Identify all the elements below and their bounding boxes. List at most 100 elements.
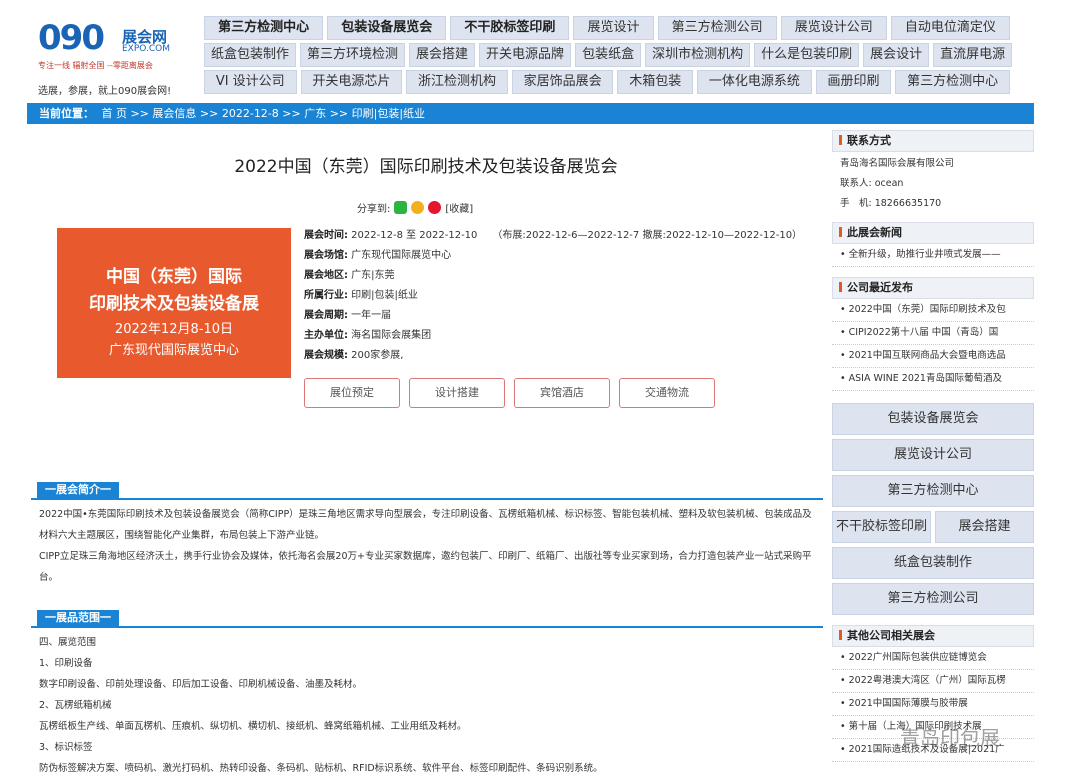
nav-link[interactable]: 开关电源芯片: [300, 70, 403, 94]
banner-date: 2022年12月8-10日: [114, 322, 234, 337]
main-content: 2022中国（东莞）国际印刷技术及包装设备展览会 分享到: [收藏] 中国（东莞…: [27, 130, 825, 780]
scope-line: 3、标识标签: [39, 742, 93, 753]
nav-link[interactable]: 深圳市检测机构: [645, 43, 751, 67]
keyword-link[interactable]: 第三方检测公司: [832, 583, 1034, 615]
nav-link[interactable]: 浙江检测机构: [406, 70, 508, 94]
info-key: 所属行业:: [304, 290, 348, 301]
info-value: 一年一届: [348, 310, 392, 321]
wechat-watermark: 青岛印包展: [900, 726, 1000, 750]
logo-domain: EXPO.COM: [122, 44, 170, 54]
nav-link[interactable]: 纸盒包装制作: [204, 43, 297, 67]
intro-section-title: 一展会简介一: [37, 482, 119, 498]
info-value: 广东|东莞: [348, 270, 395, 281]
nav-row: 第三方检测中心 包装设备展览会 不干胶标签印刷 展览设计 第三方检测公司 展览设计公司 自动…: [204, 16, 1010, 40]
intro-paragraph-2: CIPP立足珠三角海地区经济沃土，携手行业协会及媒体，依托海名会展20万+专业买…: [39, 551, 812, 583]
nav-link[interactable]: 第三方检测中心: [204, 16, 324, 40]
info-row: 展会场馆: 广东现代国际展览中心: [304, 246, 802, 266]
recent-list: • 2022中国（东莞）国际印刷技术及包 • CIPI2022第十八届 中国（青岛…: [832, 299, 1034, 391]
news-item[interactable]: • 全新升级，助推行业井喷式发展——: [832, 244, 1034, 267]
nav-link[interactable]: 什么是包装印刷: [754, 43, 860, 67]
expo-action-button[interactable]: 宾馆酒店: [514, 378, 610, 408]
site-logo[interactable]: 090 展会网 EXPO.COM 专注一线 辐射全国 --零距离展会 选展，参展…: [34, 18, 184, 98]
other-expo-item[interactable]: • 2022粤港澳大湾区（广州）国际瓦楞: [832, 670, 1034, 693]
breadcrumb-path[interactable]: 首 页 >> 展会信息 >> 2022-12-8 >> 广东 >> 印刷|包装|…: [102, 107, 426, 120]
contact-line: 手 机: 18266635170: [840, 198, 942, 209]
nav-link[interactable]: 画册印刷: [815, 70, 892, 94]
sidebar: 联系方式 青岛海名国际会展有限公司 联系人: ocean 手 机: 18266635…: [832, 130, 1034, 762]
nav-link[interactable]: 展会搭建: [409, 43, 476, 67]
info-row: 所属行业: 印刷|包装|纸业: [304, 286, 802, 306]
info-row: 展会规模: 200家参展,: [304, 346, 802, 366]
nav-link[interactable]: 木箱包装: [617, 70, 694, 94]
news-list: • 全新升级，助推行业井喷式发展——: [832, 244, 1034, 267]
scope-section-header: 一展品范围一: [31, 610, 823, 628]
other-heading: 其他公司相关展会: [832, 625, 1034, 647]
contact-line: 青岛海名国际会展有限公司: [840, 158, 955, 169]
banner-venue: 广东现代国际展览中心: [108, 343, 239, 358]
banner-line-2: 印刷技术及包装设备展: [89, 294, 259, 314]
keyword-link[interactable]: 展会搭建: [935, 511, 1034, 543]
info-row: 展会周期: 一年一届: [304, 306, 802, 326]
nav-link[interactable]: 开关电源品牌: [479, 43, 572, 67]
contact-info: 青岛海名国际会展有限公司 联系人: ocean 手 机: 18266635170: [832, 152, 1034, 216]
nav-link[interactable]: 第三方环境检测: [300, 43, 406, 67]
expo-action-button[interactable]: 设计搭建: [409, 378, 505, 408]
expo-action-button[interactable]: 展位预定: [304, 378, 400, 408]
scope-line: 1、印刷设备: [39, 658, 93, 669]
info-value: 200家参展,: [348, 350, 404, 361]
info-value: 印刷|包装|纸业: [348, 290, 418, 301]
nav-link[interactable]: 第三方检测公司: [657, 16, 777, 40]
top-nav: 第三方检测中心 包装设备展览会 不干胶标签印刷 展览设计 第三方检测公司 展览设计公司 自动…: [204, 16, 1013, 97]
expo-info: 展会时间: 2022-12-8 至 2022-12-10 （布展:2022-12…: [304, 226, 802, 366]
nav-link[interactable]: 第三方检测中心: [895, 70, 1010, 94]
info-key: 主办单位:: [304, 330, 348, 341]
nav-link[interactable]: 直流屏电源: [933, 43, 1013, 67]
nav-link[interactable]: 包装设备展览会: [327, 16, 447, 40]
recent-item[interactable]: • 2022中国（东莞）国际印刷技术及包: [832, 299, 1034, 322]
nav-link[interactable]: 家居饰品展会: [511, 70, 614, 94]
keyword-link[interactable]: 包装设备展览会: [832, 403, 1034, 435]
scope-line: 数字印刷设备、印前处理设备、印后加工设备、印刷机械设备、油墨及耗材。: [39, 679, 363, 690]
banner-line-1: 中国（东莞）国际: [106, 267, 242, 287]
scope-line: 2、瓦楞纸箱机械: [39, 700, 112, 711]
keyword-link-row: 不干胶标签印刷 展会搭建: [832, 511, 1034, 543]
keyword-link[interactable]: 纸盒包装制作: [832, 547, 1034, 579]
other-expo-item[interactable]: • 2022广州国际包装供应链博览会: [832, 647, 1034, 670]
share-label: 分享到:: [357, 204, 391, 215]
keyword-link[interactable]: 展览设计公司: [832, 439, 1034, 471]
recent-item[interactable]: • ASIA WINE 2021青岛国际葡萄酒及: [832, 368, 1034, 391]
collect-link[interactable]: [收藏]: [445, 200, 473, 215]
scope-list: 四、展览范围 1、印刷设备数字印刷设备、印前处理设备、印后加工设备、印刷机械设备、…: [39, 632, 819, 779]
recent-item[interactable]: • CIPI2022第十八届 中国（青岛）国: [832, 322, 1034, 345]
recent-item[interactable]: • 2021中国互联网商品大会暨电商选品: [832, 345, 1034, 368]
scope-line: 防伪标签解决方案、喷码机、激光打码机、热转印设备、条码机、贴标机、RFID标识系…: [39, 763, 603, 774]
nav-link[interactable]: 展览设计: [573, 16, 654, 40]
info-value: 海名国际会展集团: [348, 330, 432, 341]
scope-section-title: 一展品范围一: [37, 610, 119, 626]
info-key: 展会时间:: [304, 230, 348, 241]
expo-action-button[interactable]: 交通物流: [619, 378, 715, 408]
qzone-share-icon[interactable]: [411, 201, 425, 214]
contact-line: 联系人: ocean: [840, 178, 904, 189]
nav-link[interactable]: 自动电位滴定仪: [890, 16, 1010, 40]
contact-heading: 联系方式: [832, 130, 1034, 152]
wechat-share-icon[interactable]: [394, 201, 408, 214]
other-expo-item[interactable]: • 2021中国国际薄膜与胶带展: [832, 693, 1034, 716]
info-value: 2022-12-8 至 2022-12-10 （布展:2022-12-6—202…: [348, 230, 803, 241]
site-tagline: 选展，参展，就上090展会网!: [38, 86, 172, 97]
weibo-share-icon[interactable]: [428, 201, 442, 214]
nav-link[interactable]: 一体化电源系统: [697, 70, 812, 94]
nav-link[interactable]: VI 设计公司: [204, 70, 297, 94]
nav-link[interactable]: 包装纸盒: [575, 43, 642, 67]
nav-row: 纸盒包装制作 第三方环境检测 展会搭建 开关电源品牌 包装纸盒 深圳市检测机构 什么是包装印…: [204, 43, 1013, 67]
info-key: 展会规模:: [304, 350, 348, 361]
info-row: 主办单位: 海名国际会展集团: [304, 326, 802, 346]
keyword-link[interactable]: 不干胶标签印刷: [832, 511, 931, 543]
nav-link[interactable]: 不干胶标签印刷: [450, 16, 570, 40]
nav-link[interactable]: 展会设计: [863, 43, 930, 67]
nav-link[interactable]: 展览设计公司: [780, 16, 887, 40]
keyword-link[interactable]: 第三方检测中心: [832, 475, 1034, 507]
scope-line: 四、展览范围: [39, 637, 97, 648]
expo-title: 2022中国（东莞）国际印刷技术及包装设备展览会: [234, 157, 618, 177]
scope-line: 瓦楞纸板生产线、单面瓦楞机、压痕机、纵切机、横切机、接纸机、蜂窝纸箱机械、工业用…: [39, 721, 467, 732]
